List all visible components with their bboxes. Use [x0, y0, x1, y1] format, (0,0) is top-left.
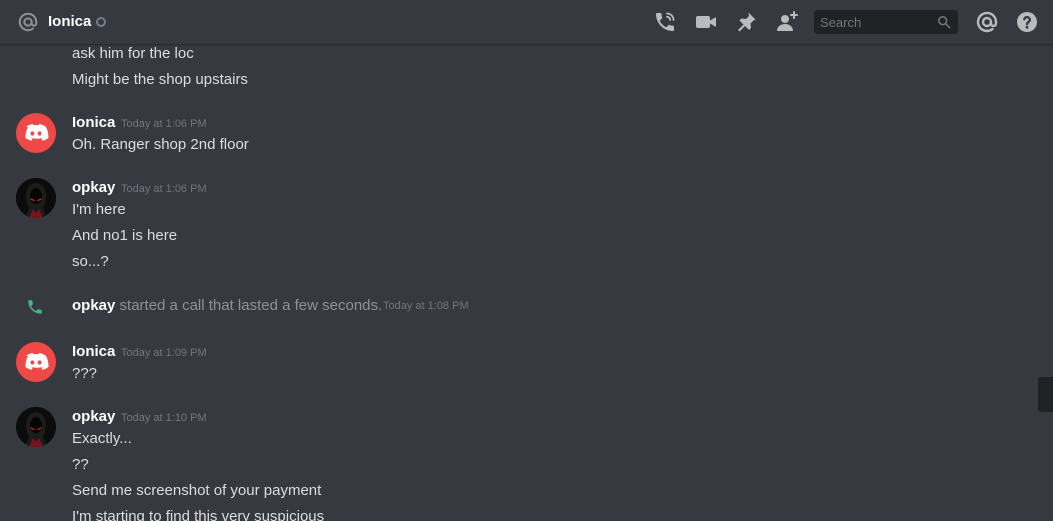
message-text: And no1 is here: [72, 227, 178, 244]
search-icon: [937, 15, 951, 29]
call-description: started a call that lasted a few seconds…: [119, 297, 383, 314]
mentions-icon[interactable]: [975, 10, 999, 34]
user-avatar-opkay[interactable]: [16, 407, 56, 447]
message-text: so...?: [72, 253, 109, 270]
call-timestamp: Today at 1:08 PM: [383, 300, 469, 312]
help-icon[interactable]: [1015, 10, 1039, 34]
message-text: Oh. Ranger shop 2nd floor: [72, 136, 249, 153]
message-timestamp: Today at 1:06 PM: [121, 118, 207, 130]
message-timestamp: Today at 1:06 PM: [121, 183, 207, 195]
add-friend-icon[interactable]: [775, 10, 799, 34]
message-text: Send me screenshot of your payment: [72, 482, 322, 499]
call-system-message: opkay started a call that lasted a few s…: [72, 297, 382, 314]
message-author[interactable]: opkay: [72, 408, 115, 425]
call-author[interactable]: opkay: [72, 297, 115, 314]
user-avatar-ionica[interactable]: [16, 342, 56, 382]
message-text: ??: [72, 456, 89, 473]
user-avatar-opkay[interactable]: [16, 178, 56, 218]
at-sign-icon: [17, 11, 39, 33]
start-voice-call-icon[interactable]: [653, 10, 677, 34]
user-avatar-ionica[interactable]: [16, 113, 56, 153]
channel-header: Ionica: [0, 0, 1053, 44]
search-box[interactable]: [814, 10, 958, 34]
dm-recipient-name: Ionica: [48, 13, 92, 30]
message-text: I'm here: [72, 201, 126, 218]
search-input[interactable]: [814, 10, 938, 34]
message-author[interactable]: opkay: [72, 179, 115, 196]
phone-icon: [26, 298, 44, 316]
message-text: Exactly...: [72, 430, 132, 447]
message-text: ???: [72, 365, 98, 382]
message-text: ask him for the loc: [72, 45, 194, 62]
message-list: ask him for the loc Might be the shop up…: [0, 44, 1053, 521]
message-timestamp: Today at 1:10 PM: [121, 412, 207, 424]
offline-status-icon: [96, 17, 106, 27]
message-text: I'm starting to find this very suspiciou…: [72, 508, 325, 521]
message-author[interactable]: Ionica: [72, 343, 115, 360]
message-timestamp: Today at 1:09 PM: [121, 347, 207, 359]
scrollbar-thumb[interactable]: [1038, 377, 1053, 412]
message-text: Might be the shop upstairs: [72, 71, 248, 88]
pinned-messages-icon[interactable]: [734, 10, 758, 34]
message-author[interactable]: Ionica: [72, 114, 115, 131]
start-video-call-icon[interactable]: [694, 10, 718, 34]
